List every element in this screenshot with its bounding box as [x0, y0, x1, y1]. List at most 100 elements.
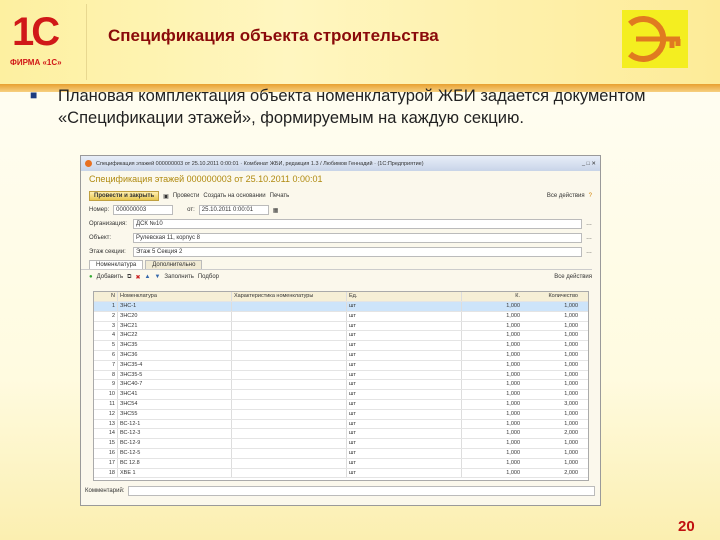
- table-cell: шт: [347, 360, 462, 370]
- table-cell: [232, 390, 347, 399]
- create-based-button[interactable]: Создать на основании: [203, 193, 265, 199]
- table-cell: ЗНС35-4: [118, 360, 232, 370]
- table-cell: 7: [94, 360, 118, 370]
- table-row[interactable]: 6 ЗНС36 шт 1,000 1,000: [94, 350, 588, 361]
- comment-label: Комментарий:: [85, 488, 125, 494]
- table-row[interactable]: 5 ЗНС35 шт 1,000 1,000: [94, 341, 588, 351]
- org-row: Организация: ДСК №10…: [81, 217, 600, 231]
- move-down-icon[interactable]: ▼: [154, 274, 160, 280]
- table-cell: 1,000: [506, 322, 520, 329]
- table-cell: 1,000: [564, 303, 578, 309]
- table-row[interactable]: 11 ЗНС54 шт 1,000 3,000: [94, 399, 588, 410]
- key-logo-icon: [622, 10, 688, 68]
- col-unit[interactable]: Ед.: [347, 292, 462, 301]
- slide-title: Спецификация объекта строительства: [108, 26, 439, 45]
- tabs: Номенклатура Дополнительно: [81, 259, 592, 270]
- fill-button[interactable]: Заполнить: [164, 274, 193, 280]
- window-title: Спецификация этажей 000000003 от 25.10.2…: [96, 160, 424, 167]
- table-cell: 1,000: [506, 332, 520, 339]
- tab-additional[interactable]: Дополнительно: [145, 260, 203, 269]
- bullet-icon: ■: [30, 88, 38, 102]
- all-actions-button[interactable]: Все действия: [547, 193, 585, 199]
- number-label: Номер:: [89, 207, 110, 213]
- table-row[interactable]: 3 ЗНС21 шт 1,000 1,000: [94, 321, 588, 332]
- table-row[interactable]: 14 ВС-12-3 шт 1,000 2,000: [94, 429, 588, 440]
- object-field[interactable]: Рулевская 11, корпус 8: [133, 233, 582, 243]
- table-cell: шт: [347, 468, 462, 478]
- table-cell: 1,000: [506, 303, 520, 309]
- post-button[interactable]: Провести: [173, 193, 200, 199]
- table-cell: 1,000: [564, 420, 578, 427]
- table-cell: 13: [94, 419, 118, 429]
- table-cell: [232, 409, 347, 419]
- table-row[interactable]: 8 ЗНС35-5 шт 1,000 1,000: [94, 370, 588, 381]
- table-cell: шт: [347, 390, 462, 399]
- date-field[interactable]: 25.10.2011 0:00:01: [198, 205, 269, 215]
- table-cell: [232, 370, 347, 380]
- object-row: Объект: Рулевская 11, корпус 8…: [81, 231, 600, 245]
- table-cell: 1,000: [506, 381, 520, 388]
- table-row[interactable]: 1 ЗНС-1 шт 1,000 1,000: [94, 302, 588, 312]
- table-cell: шт: [347, 399, 462, 409]
- table-cell: [232, 311, 347, 321]
- section-field[interactable]: Этаж 5 Секция 2: [133, 247, 582, 257]
- table-row[interactable]: 2 ЗНС20 шт 1,000 1,000: [94, 311, 588, 322]
- table-row[interactable]: 9 ЗНС40-7 шт 1,000 1,000: [94, 380, 588, 391]
- section-label: Этаж секции:: [89, 249, 126, 255]
- window-controls[interactable]: _ □ ✕: [582, 161, 596, 167]
- table-row[interactable]: 17 ВС 12.8 шт 1,000 1,000: [94, 458, 588, 469]
- table-cell: [232, 468, 347, 478]
- table-cell: 1,000: [506, 410, 520, 417]
- print-button[interactable]: Печать: [270, 193, 290, 199]
- table-row[interactable]: 13 ВС-12-1 шт 1,000 1,000: [94, 419, 588, 430]
- table-cell: 1,000: [564, 391, 578, 398]
- table-cell: 1,000: [506, 342, 520, 349]
- move-up-icon[interactable]: ▲: [144, 274, 150, 280]
- table-cell: [232, 321, 347, 331]
- pick-button[interactable]: Подбор: [198, 274, 219, 280]
- col-nomenclature[interactable]: Номенклатура: [118, 292, 232, 301]
- table-row[interactable]: 10 ЗНС41 шт 1,000 1,000: [94, 390, 588, 400]
- table-cell: 1,000: [506, 351, 520, 358]
- col-n[interactable]: N: [94, 292, 118, 301]
- table-cell: 8: [94, 370, 118, 380]
- table-cell: 1,000: [564, 410, 578, 417]
- table-cell: шт: [347, 380, 462, 390]
- comment-field[interactable]: [128, 486, 595, 496]
- select-icon[interactable]: …: [586, 249, 592, 255]
- col-coef[interactable]: К.: [462, 292, 522, 301]
- copy-icon[interactable]: ⧉: [127, 274, 131, 281]
- tab-nomenclature[interactable]: Номенклатура: [89, 260, 144, 269]
- table-cell: шт: [347, 302, 462, 311]
- table-cell: [232, 419, 347, 429]
- table-cell: шт: [347, 458, 462, 468]
- table-all-actions-button[interactable]: Все действия: [554, 274, 592, 280]
- save-icon[interactable]: ▣: [163, 193, 169, 200]
- table-cell: 1,000: [506, 391, 520, 398]
- calendar-icon[interactable]: ▦: [273, 207, 279, 214]
- table-row[interactable]: 16 ВС-12-5 шт 1,000 1,000: [94, 448, 588, 459]
- help-icon[interactable]: ?: [589, 193, 592, 199]
- table-cell: [232, 350, 347, 360]
- number-field[interactable]: 000000003: [113, 205, 174, 215]
- table-row[interactable]: 18 ХВЕ 1 шт 1,000 2,000: [94, 468, 588, 479]
- table-cell: ЗНС35-5: [118, 370, 232, 380]
- table-cell: шт: [347, 311, 462, 321]
- table-row[interactable]: 15 ВС-12-9 шт 1,000 1,000: [94, 439, 588, 449]
- select-icon[interactable]: …: [586, 221, 592, 227]
- select-icon[interactable]: …: [586, 235, 592, 241]
- delete-icon[interactable]: ✖: [135, 274, 140, 281]
- table-cell: [232, 429, 347, 439]
- table-row[interactable]: 12 ЗНС55 шт 1,000 1,000: [94, 409, 588, 420]
- org-field[interactable]: ДСК №10: [133, 219, 582, 229]
- col-quantity[interactable]: Количество: [522, 292, 580, 301]
- table-cell: ВС 12.8: [118, 458, 232, 468]
- table-cell: 14: [94, 429, 118, 439]
- table-cell: 11: [94, 399, 118, 409]
- table-cell: 2,000: [564, 469, 578, 476]
- table-row[interactable]: 7 ЗНС35-4 шт 1,000 1,000: [94, 360, 588, 371]
- table-row[interactable]: 4 ЗНС22 шт 1,000 1,000: [94, 331, 588, 342]
- post-and-close-button[interactable]: Провести и закрыть: [89, 191, 160, 201]
- add-button[interactable]: Добавить: [97, 274, 124, 280]
- col-characteristic[interactable]: Характеристика номенклатуры: [232, 292, 347, 301]
